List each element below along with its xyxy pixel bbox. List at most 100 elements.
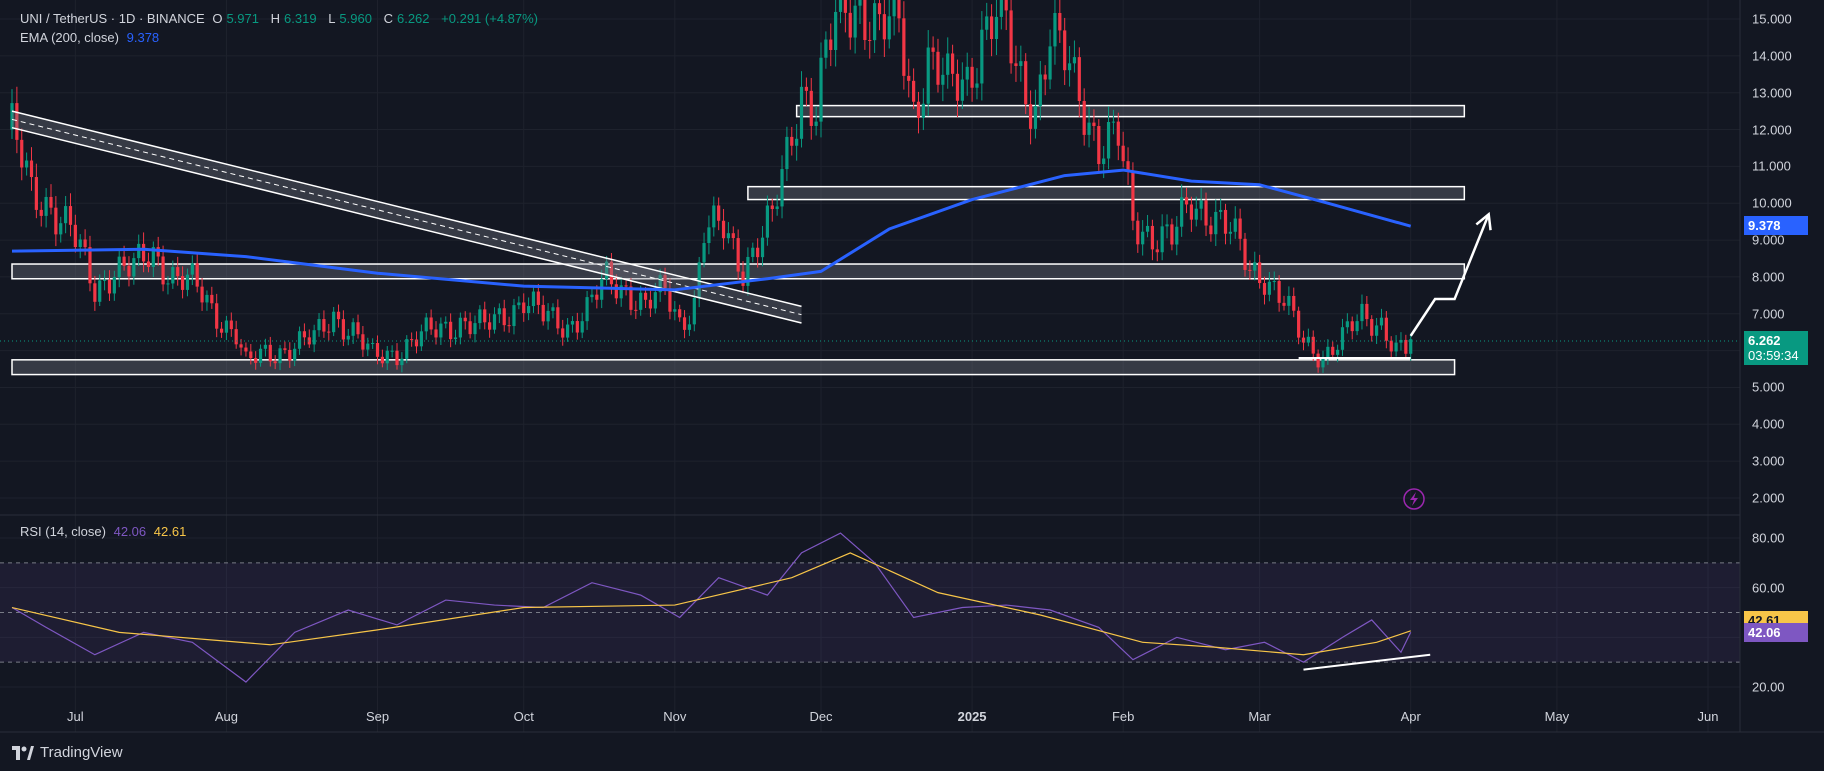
ema-legend[interactable]: EMA (200, close) 9.378 — [20, 30, 163, 45]
candle-body — [1360, 303, 1364, 322]
price-zone — [795, 104, 1466, 118]
candle-body — [1409, 339, 1413, 354]
candle-body — [1048, 46, 1052, 80]
candle-body — [273, 361, 277, 364]
candle-body — [912, 80, 916, 102]
candle-body — [1248, 269, 1252, 271]
candle-body — [453, 337, 458, 340]
candle-body — [531, 291, 536, 307]
candle-body — [829, 39, 833, 50]
candle-body — [132, 258, 136, 277]
candle-body — [410, 339, 414, 341]
candle-body — [1038, 74, 1042, 106]
candle-body — [760, 237, 765, 258]
candle-body — [765, 205, 770, 238]
candle-body — [1170, 224, 1174, 245]
candle-body — [1306, 336, 1310, 343]
candle-body — [49, 196, 53, 208]
candle-body — [877, 3, 882, 15]
candle-body — [1326, 346, 1330, 358]
candle-body — [980, 29, 984, 84]
candle-body — [239, 344, 243, 348]
rsi-legend-value: 42.06 — [113, 524, 147, 539]
candle-body — [468, 321, 472, 335]
candle-body — [526, 306, 531, 314]
time-tick-label: Jul — [67, 709, 84, 724]
candle-body — [824, 39, 828, 58]
chart-canvas[interactable] — [0, 0, 1824, 771]
candle-body — [1243, 238, 1247, 270]
candle-body — [868, 40, 872, 42]
candle-body — [994, 16, 999, 40]
candle-body — [1043, 74, 1047, 80]
rsi-legend[interactable]: RSI (14, close) 42.06 42.61 — [20, 524, 190, 539]
candle-body — [863, 0, 867, 41]
candle-body — [473, 323, 477, 335]
descending-trendline-channel[interactable] — [11, 110, 802, 324]
candle-body — [444, 321, 448, 324]
candle-body — [244, 347, 248, 352]
candle-body — [1374, 325, 1379, 336]
candle-body — [161, 256, 165, 285]
candle-body — [497, 308, 501, 315]
candle-body — [648, 299, 653, 309]
candle-body — [322, 319, 326, 332]
candle-body — [848, 12, 852, 38]
candle-body — [1184, 197, 1189, 205]
candle-body — [1253, 262, 1257, 271]
candle-body — [941, 74, 945, 85]
alert-icon[interactable] — [1403, 488, 1425, 510]
candle-body — [1311, 336, 1315, 354]
candle-body — [1204, 200, 1208, 226]
candle-body — [1063, 30, 1067, 71]
trendline-lower — [11, 126, 802, 324]
candle-body — [561, 328, 565, 338]
symbol-title[interactable]: UNI / TetherUS · 1D · BINANCE — [20, 11, 205, 26]
candle-body — [83, 239, 87, 248]
candle-body — [507, 325, 511, 327]
candle-body — [1194, 208, 1198, 220]
candle-body — [1331, 346, 1335, 355]
candle-body — [1092, 122, 1096, 127]
candle-body — [985, 16, 989, 30]
ema-legend-value: 9.378 — [126, 30, 160, 45]
candle-body — [366, 343, 370, 350]
candle-body — [916, 101, 921, 118]
candle-body — [799, 86, 804, 139]
rsi-tick-label: 80.00 — [1752, 530, 1785, 546]
candle-body — [332, 311, 336, 333]
tradingview-logo[interactable]: TradingView — [12, 744, 123, 761]
candle-body — [726, 233, 731, 239]
candle-body — [546, 310, 550, 322]
candle-body — [327, 331, 331, 333]
candle-body — [1365, 303, 1369, 320]
time-tick-label: Aug — [214, 709, 238, 724]
candle-body — [20, 139, 24, 168]
candle-body — [1350, 321, 1354, 332]
candle-body — [424, 317, 428, 332]
time-tick-label: Feb — [1111, 709, 1135, 724]
tradingview-icon — [12, 745, 34, 760]
price-tick-label: 7.000 — [1752, 306, 1785, 322]
candle-body — [268, 344, 272, 362]
rsi-legend-label: RSI (14, close) — [20, 524, 106, 539]
candle-body — [756, 247, 760, 258]
bar-countdown: 03:59:34 — [1748, 347, 1799, 363]
candle-body — [1116, 121, 1120, 146]
price-zone — [11, 359, 1456, 376]
candle-body — [1301, 337, 1306, 343]
price-tick-label: 5.000 — [1752, 379, 1785, 395]
candle-body — [1199, 200, 1203, 209]
candle-body — [1028, 104, 1033, 129]
price-tick-label: 12.000 — [1752, 122, 1792, 138]
candle-body — [751, 247, 755, 257]
candle-body — [1370, 319, 1374, 336]
candle-body — [1072, 57, 1077, 64]
candle-body — [907, 75, 911, 81]
candle-body — [1150, 225, 1155, 250]
candle-body — [975, 83, 979, 88]
candle-body — [950, 53, 955, 74]
candle-body — [492, 314, 497, 330]
high-value: 6.319 — [284, 11, 317, 26]
low-value: 5.960 — [339, 11, 372, 26]
